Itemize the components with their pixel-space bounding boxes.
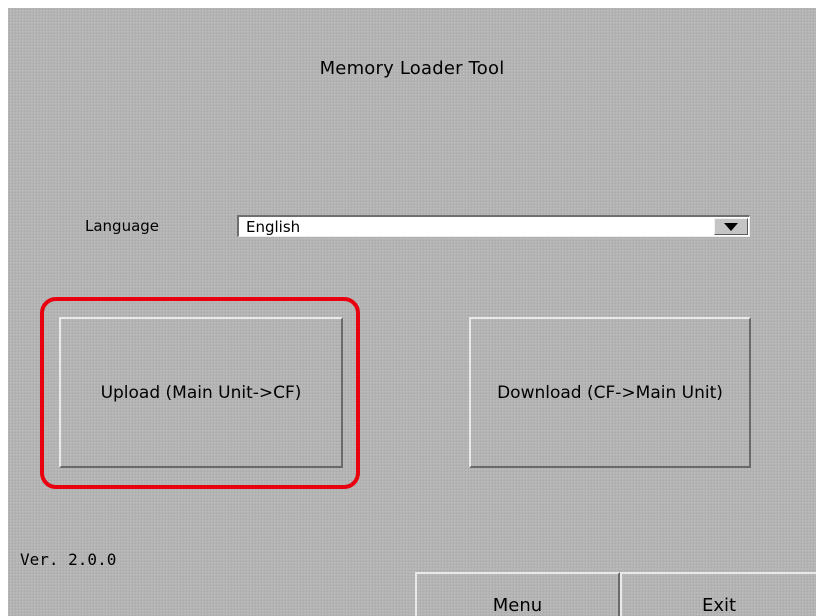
chevron-down-icon bbox=[724, 223, 738, 231]
memory-loader-screen: Memory Loader Tool Language English Uplo… bbox=[8, 8, 816, 616]
page-title: Memory Loader Tool bbox=[319, 58, 505, 79]
download-button[interactable]: Download (CF->Main Unit) bbox=[469, 317, 751, 468]
menu-button[interactable]: Menu bbox=[415, 572, 620, 616]
language-label: Language bbox=[85, 217, 160, 235]
language-select[interactable]: English bbox=[237, 215, 750, 237]
language-selected-value: English bbox=[246, 218, 301, 236]
upload-button[interactable]: Upload (Main Unit->CF) bbox=[59, 317, 343, 468]
language-dropdown-button[interactable] bbox=[714, 218, 748, 235]
exit-button[interactable]: Exit bbox=[620, 572, 816, 616]
version-text: Ver. 2.0.0 bbox=[20, 550, 117, 569]
